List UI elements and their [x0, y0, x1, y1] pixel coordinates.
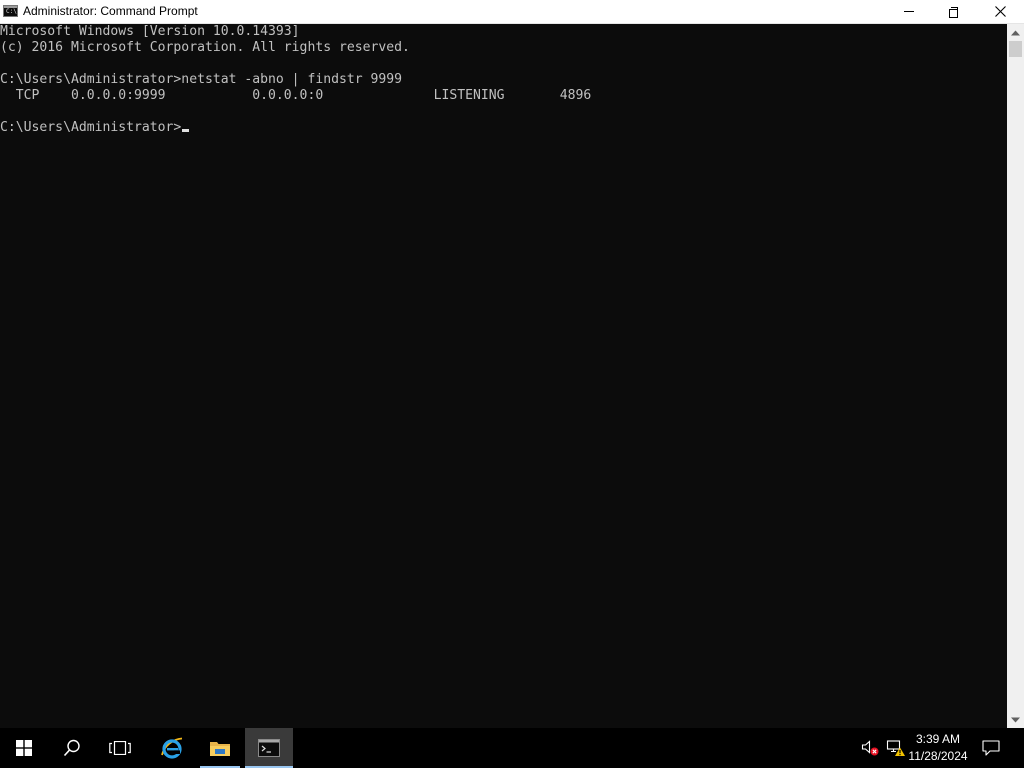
scrollbar-thumb[interactable] [1009, 41, 1022, 57]
command-prompt-taskbar-button[interactable] [245, 728, 293, 768]
volume-button[interactable] [858, 728, 882, 768]
window-title: Administrator: Command Prompt [23, 4, 198, 18]
network-warning-icon [886, 740, 905, 756]
start-button[interactable] [0, 728, 48, 768]
task-view-button[interactable] [96, 728, 144, 768]
text-cursor [182, 129, 190, 132]
taskbar: 3:39 AM 11/28/2024 [0, 728, 1024, 768]
internet-explorer-icon [161, 737, 183, 759]
console-line-version: Microsoft Windows [Version 10.0.14393] [0, 24, 300, 39]
console-line-copyright: (c) 2016 Microsoft Corporation. All righ… [0, 40, 410, 55]
scroll-down-button[interactable] [1007, 711, 1024, 728]
task-view-icon [109, 741, 131, 755]
volume-muted-icon [861, 740, 879, 756]
start-icon [16, 740, 32, 756]
file-explorer-button[interactable] [196, 728, 244, 768]
console-line-result: TCP 0.0.0.0:9999 0.0.0.0:0 LISTENING 489… [0, 88, 592, 103]
clock-date: 11/28/2024 [908, 749, 968, 763]
file-explorer-icon [210, 742, 230, 756]
console-line-command: C:\Users\Administrator>netstat -abno | f… [0, 72, 403, 87]
console-line-prompt[interactable]: C:\Users\Administrator> [0, 120, 190, 136]
action-center-button[interactable] [976, 728, 1006, 768]
command-prompt-icon[interactable]: C:\ [3, 5, 18, 17]
close-button[interactable] [977, 0, 1023, 23]
vertical-scrollbar[interactable] [1007, 24, 1024, 728]
close-icon [994, 6, 1006, 17]
console-output[interactable]: Microsoft Windows [Version 10.0.14393] (… [0, 24, 1007, 728]
action-center-icon [982, 740, 1000, 756]
search-icon [63, 739, 80, 757]
scroll-down-icon [1011, 717, 1020, 722]
prompt-text: C:\Users\Administrator> [0, 120, 182, 135]
minimize-button[interactable] [886, 0, 932, 23]
scroll-up-button[interactable] [1007, 24, 1024, 41]
title-bar[interactable]: C:\ Administrator: Command Prompt [0, 0, 1024, 24]
internet-explorer-button[interactable] [148, 728, 196, 768]
taskbar-clock[interactable]: 3:39 AM 11/28/2024 [906, 731, 970, 765]
minimize-icon [904, 11, 914, 12]
app-icon-label: C:\ [6, 8, 17, 15]
restore-button[interactable] [931, 0, 977, 23]
scroll-up-icon [1011, 30, 1020, 35]
search-button[interactable] [48, 728, 96, 768]
restore-icon [949, 6, 959, 18]
clock-time: 3:39 AM [915, 732, 961, 746]
command-prompt-icon [258, 739, 280, 757]
network-button[interactable] [884, 728, 908, 768]
